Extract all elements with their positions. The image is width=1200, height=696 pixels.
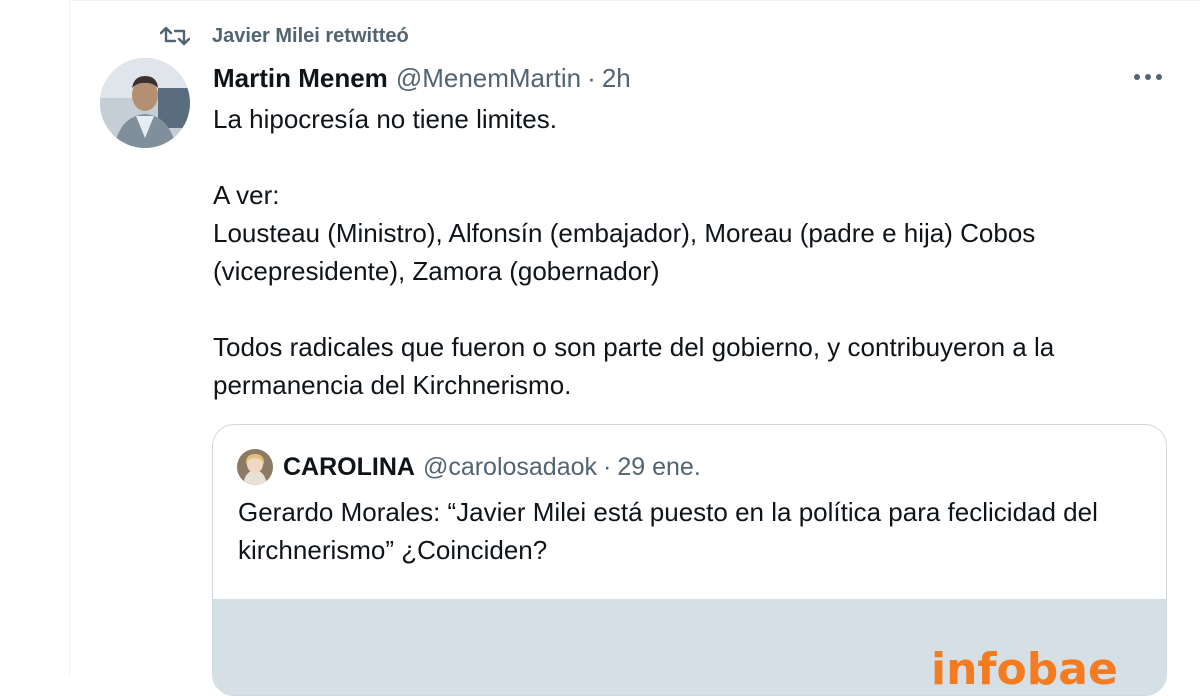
quoted-tweet-media[interactable]: infobae: [213, 599, 1166, 695]
tweet-timestamp[interactable]: 2h: [602, 63, 631, 94]
page-margin: [0, 0, 70, 675]
retweet-label[interactable]: Javier Milei retwitteó: [212, 25, 409, 48]
separator-dot: ·: [587, 62, 596, 93]
tweet-author[interactable]: Martin Menem @MenemMartin · 2h: [213, 60, 631, 96]
tweet-paragraph: Todos radicales que fueron o son parte d…: [213, 332, 1055, 400]
quoted-author-avatar[interactable]: [237, 449, 273, 485]
tweet-paragraph: A ver:: [213, 180, 280, 210]
retweet-context[interactable]: Javier Milei retwitteó: [160, 22, 409, 50]
more-options-button[interactable]: [1128, 62, 1168, 92]
author-handle[interactable]: @MenemMartin: [396, 63, 581, 94]
quoted-tweet-paragraph: Gerardo Morales: “Javier Milei está pues…: [238, 497, 1098, 565]
quoted-tweet-timestamp[interactable]: 29 ene.: [617, 453, 700, 482]
quoted-author-handle[interactable]: @carolosadaok: [423, 453, 597, 482]
retweet-icon: [160, 23, 190, 49]
infobae-logo: infobae: [931, 644, 1118, 695]
author-avatar[interactable]: [100, 58, 190, 148]
more-icon: [1134, 74, 1162, 80]
quoted-tweet-card[interactable]: CAROLINA @carolosadaok · 29 ene. Gerardo…: [212, 424, 1167, 696]
quoted-tweet-text: Gerardo Morales: “Javier Milei está pues…: [238, 493, 1138, 569]
quoted-author-name[interactable]: CAROLINA: [283, 453, 415, 482]
tweet-paragraph: La hipocresía no tiene limites.: [213, 104, 557, 134]
tweet-paragraph: Lousteau (Ministro), Alfonsín (embajador…: [213, 218, 1036, 286]
separator-dot: ·: [603, 452, 612, 481]
author-name[interactable]: Martin Menem: [213, 63, 388, 94]
tweet-text: La hipocresía no tiene limites. A ver: L…: [213, 100, 1173, 404]
quoted-tweet-author[interactable]: CAROLINA @carolosadaok · 29 ene.: [237, 449, 701, 485]
